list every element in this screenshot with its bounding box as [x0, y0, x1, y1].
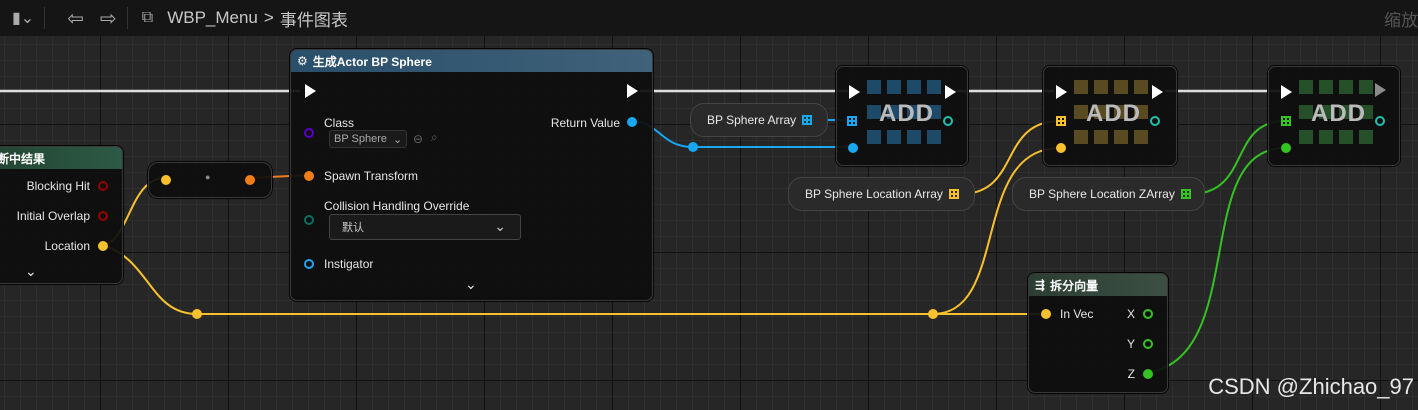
reroute-dot: [192, 309, 202, 319]
array-pin-icon[interactable]: [948, 189, 959, 199]
conversion-node[interactable]: ●: [148, 162, 272, 198]
add-exec-in-pin[interactable]: [1056, 85, 1067, 99]
graph-toolbar: ▮⌄ ⇦ ⇨ ⧉ WBP_Menu > 事件图表 缩放: [0, 0, 1418, 36]
add-node-2[interactable]: ADD: [1043, 66, 1177, 166]
bookmark-icon[interactable]: ▮⌄: [12, 8, 34, 28]
collision-value: 默认: [342, 222, 364, 234]
spawn-exec-out-pin[interactable]: [627, 84, 638, 98]
add-exec-out-pin[interactable]: [1152, 85, 1163, 99]
collision-dropdown[interactable]: 默认 ⌄: [329, 214, 521, 240]
spawn-actor-node[interactable]: ⚙ 生成Actor BP Sphere Class BP Sphere ⌄ ⊖ …: [290, 49, 653, 301]
spawn-transform-label: Spawn Transform: [324, 169, 419, 183]
pin-label-initial-overlap: Initial Overlap: [16, 209, 90, 223]
breadcrumb-separator: >: [263, 8, 274, 27]
pin-label-blocking-hit: Blocking Hit: [26, 179, 90, 193]
instigator-label: Instigator: [324, 257, 374, 271]
sphere-array-getter[interactable]: BP Sphere Array: [690, 103, 828, 137]
add-index-pin[interactable]: [1150, 116, 1160, 126]
expand-chevron-icon[interactable]: ⌄: [25, 263, 37, 280]
in-vec-pin[interactable]: [1041, 309, 1051, 319]
conversion-dot-icon: ●: [205, 172, 211, 182]
add-label: ADD: [1311, 100, 1366, 127]
collision-label: Collision Handling Override: [324, 199, 470, 213]
breadcrumb-root[interactable]: WBP_Menu: [167, 8, 258, 28]
hit-result-node[interactable]: 断中结果 Blocking Hit Initial Overlap Locati…: [0, 146, 123, 284]
class-label: Class: [324, 116, 355, 130]
chevron-down-icon: ⌄: [494, 218, 506, 234]
hit-result-title: 断中结果: [0, 151, 46, 166]
target-array-pin[interactable]: [1056, 116, 1066, 126]
spawn-function-icon: ⚙: [297, 54, 308, 68]
conversion-input-pin[interactable]: [161, 175, 171, 185]
browse-icon[interactable]: ⊖: [413, 132, 423, 146]
reroute-dot: [928, 309, 938, 319]
add-exec-out-pin[interactable]: [945, 85, 956, 99]
add-item-pin[interactable]: [1281, 143, 1291, 153]
target-array-pin[interactable]: [847, 116, 857, 126]
add-item-pin[interactable]: [848, 143, 858, 153]
graph-icon: ⧉: [141, 9, 154, 26]
class-pin[interactable]: [304, 128, 314, 138]
collision-pin[interactable]: [304, 215, 314, 225]
spawn-actor-title: 生成Actor BP Sphere: [312, 54, 432, 69]
add-exec-out-pin[interactable]: [1375, 83, 1386, 97]
class-value: BP Sphere: [334, 133, 388, 145]
location-array-label: BP Sphere Location Array: [805, 187, 943, 201]
z-pin[interactable]: [1143, 369, 1153, 379]
break-vector-node[interactable]: ⇶ 拆分向量 In Vec X Y Z: [1028, 273, 1168, 393]
sphere-array-label: BP Sphere Array: [707, 113, 797, 127]
toolbar-divider: [126, 7, 128, 29]
add-label: ADD: [1086, 100, 1141, 127]
array-pin-icon[interactable]: [1180, 189, 1191, 199]
pin-label-location: Location: [44, 239, 90, 253]
chevron-down-icon: ⌄: [393, 133, 403, 146]
add-exec-in-pin[interactable]: [849, 85, 860, 99]
class-selector[interactable]: BP Sphere ⌄: [329, 130, 407, 148]
expand-chevron-icon[interactable]: ⌄: [465, 276, 477, 293]
x-pin[interactable]: [1143, 309, 1153, 319]
watermark: CSDN @Zhichao_97: [1208, 374, 1414, 399]
return-value-label: Return Value: [550, 116, 620, 130]
return-value-pin[interactable]: [627, 117, 637, 127]
add-node-1[interactable]: ADD: [836, 66, 968, 166]
location-z-array-label: BP Sphere Location ZArray: [1029, 187, 1175, 201]
location-array-getter[interactable]: BP Sphere Location Array: [788, 177, 975, 211]
conversion-output-pin[interactable]: [245, 175, 255, 185]
spawn-exec-in-pin[interactable]: [305, 84, 316, 98]
spawn-transform-pin[interactable]: [304, 171, 314, 181]
break-vector-header: ⇶ 拆分向量: [1029, 274, 1167, 296]
reroute-dot: [688, 142, 698, 152]
add-item-pin[interactable]: [1056, 143, 1066, 153]
break-vector-title: 拆分向量: [1050, 278, 1099, 293]
location-z-array-getter[interactable]: BP Sphere Location ZArray: [1012, 177, 1205, 211]
breadcrumb-current[interactable]: 事件图表: [280, 6, 348, 31]
blocking-hit-pin[interactable]: [98, 181, 108, 191]
y-label: Y: [1126, 337, 1135, 351]
y-pin[interactable]: [1143, 339, 1153, 349]
add-exec-in-pin[interactable]: [1281, 85, 1292, 99]
forward-arrow-icon[interactable]: ⇨: [100, 6, 117, 31]
z-label: Z: [1127, 367, 1135, 381]
initial-overlap-pin[interactable]: [98, 211, 108, 221]
in-vec-label: In Vec: [1060, 307, 1094, 321]
toolbar-divider: [44, 7, 46, 29]
wires-layer: [0, 89, 1286, 374]
x-label: X: [1126, 307, 1135, 321]
add-index-pin[interactable]: [943, 116, 953, 126]
add-label: ADD: [879, 100, 934, 127]
add-index-pin[interactable]: [1375, 116, 1385, 126]
search-icon[interactable]: ⌕: [431, 130, 438, 145]
spawn-actor-header: ⚙ 生成Actor BP Sphere: [291, 50, 652, 72]
add-node-3[interactable]: ADD: [1268, 66, 1400, 166]
target-array-pin[interactable]: [1281, 116, 1291, 126]
hit-result-header: 断中结果: [0, 147, 122, 169]
instigator-pin[interactable]: [304, 259, 314, 269]
array-pin-icon[interactable]: [802, 115, 813, 125]
zoom-label: 缩放: [1384, 11, 1418, 30]
break-vector-icon: ⇶: [1035, 278, 1046, 292]
back-arrow-icon[interactable]: ⇦: [67, 6, 84, 31]
location-pin[interactable]: [98, 241, 108, 251]
